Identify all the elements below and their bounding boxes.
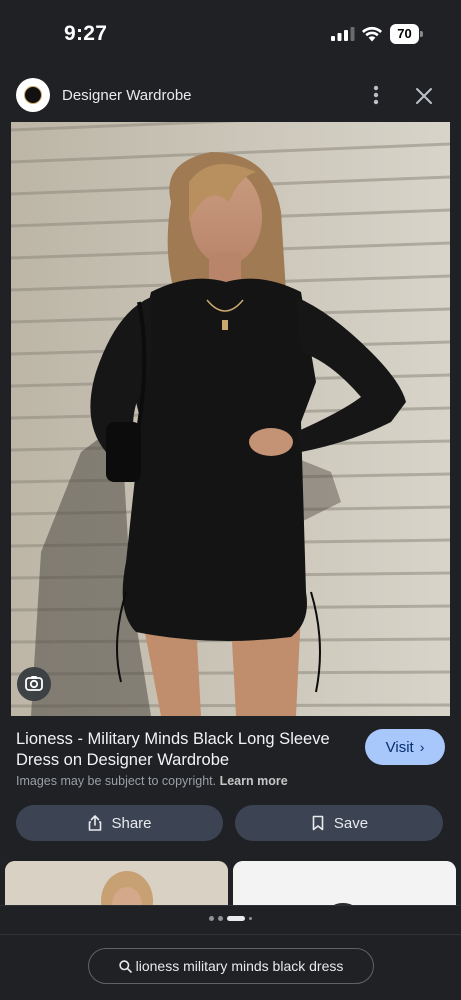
search-query-text: lioness military minds black dress bbox=[135, 958, 344, 974]
status-time: 9:27 bbox=[64, 22, 108, 45]
divider bbox=[0, 934, 461, 935]
related-image-thumbnail[interactable] bbox=[5, 861, 228, 907]
result-header: Designer Wardrobe bbox=[0, 72, 461, 118]
share-button[interactable]: Share bbox=[16, 805, 223, 841]
visit-label: Visit bbox=[385, 738, 414, 756]
page-dot bbox=[209, 916, 214, 921]
status-bar: 9:27 70 bbox=[0, 0, 461, 70]
share-label: Share bbox=[111, 814, 152, 832]
share-icon bbox=[89, 815, 102, 831]
google-lens-icon[interactable] bbox=[17, 667, 51, 701]
search-icon bbox=[118, 959, 132, 973]
bookmark-icon bbox=[312, 815, 324, 831]
result-title[interactable]: Lioness - Military Minds Black Long Slee… bbox=[16, 729, 351, 771]
dress-photo bbox=[11, 122, 450, 716]
result-image[interactable] bbox=[11, 122, 450, 716]
search-query-pill[interactable]: lioness military minds black dress bbox=[88, 948, 374, 984]
related-image-thumbnail[interactable] bbox=[233, 861, 456, 907]
save-button[interactable]: Save bbox=[235, 805, 443, 841]
copyright-notice: Images may be subject to copyright. Lear… bbox=[16, 774, 288, 788]
battery-level: 70 bbox=[397, 26, 412, 41]
wifi-icon bbox=[362, 26, 382, 42]
more-vertical-icon[interactable] bbox=[366, 84, 386, 106]
page-dot bbox=[249, 917, 252, 920]
chevron-right-icon: › bbox=[419, 739, 425, 755]
page-dot bbox=[218, 916, 223, 921]
battery-icon: 70 bbox=[390, 24, 423, 44]
copyright-text: Images may be subject to copyright. bbox=[16, 774, 217, 788]
save-label: Save bbox=[333, 814, 369, 832]
page-indicator bbox=[0, 916, 461, 921]
site-logo[interactable] bbox=[16, 78, 50, 112]
cellular-signal-icon bbox=[331, 27, 355, 41]
learn-more-link[interactable]: Learn more bbox=[220, 774, 288, 788]
bottom-search-bar: lioness military minds black dress bbox=[0, 905, 461, 1000]
site-name[interactable]: Designer Wardrobe bbox=[62, 87, 192, 104]
visit-button[interactable]: Visit › bbox=[365, 729, 445, 765]
close-icon[interactable] bbox=[413, 85, 435, 107]
page-dot-active bbox=[227, 916, 245, 921]
